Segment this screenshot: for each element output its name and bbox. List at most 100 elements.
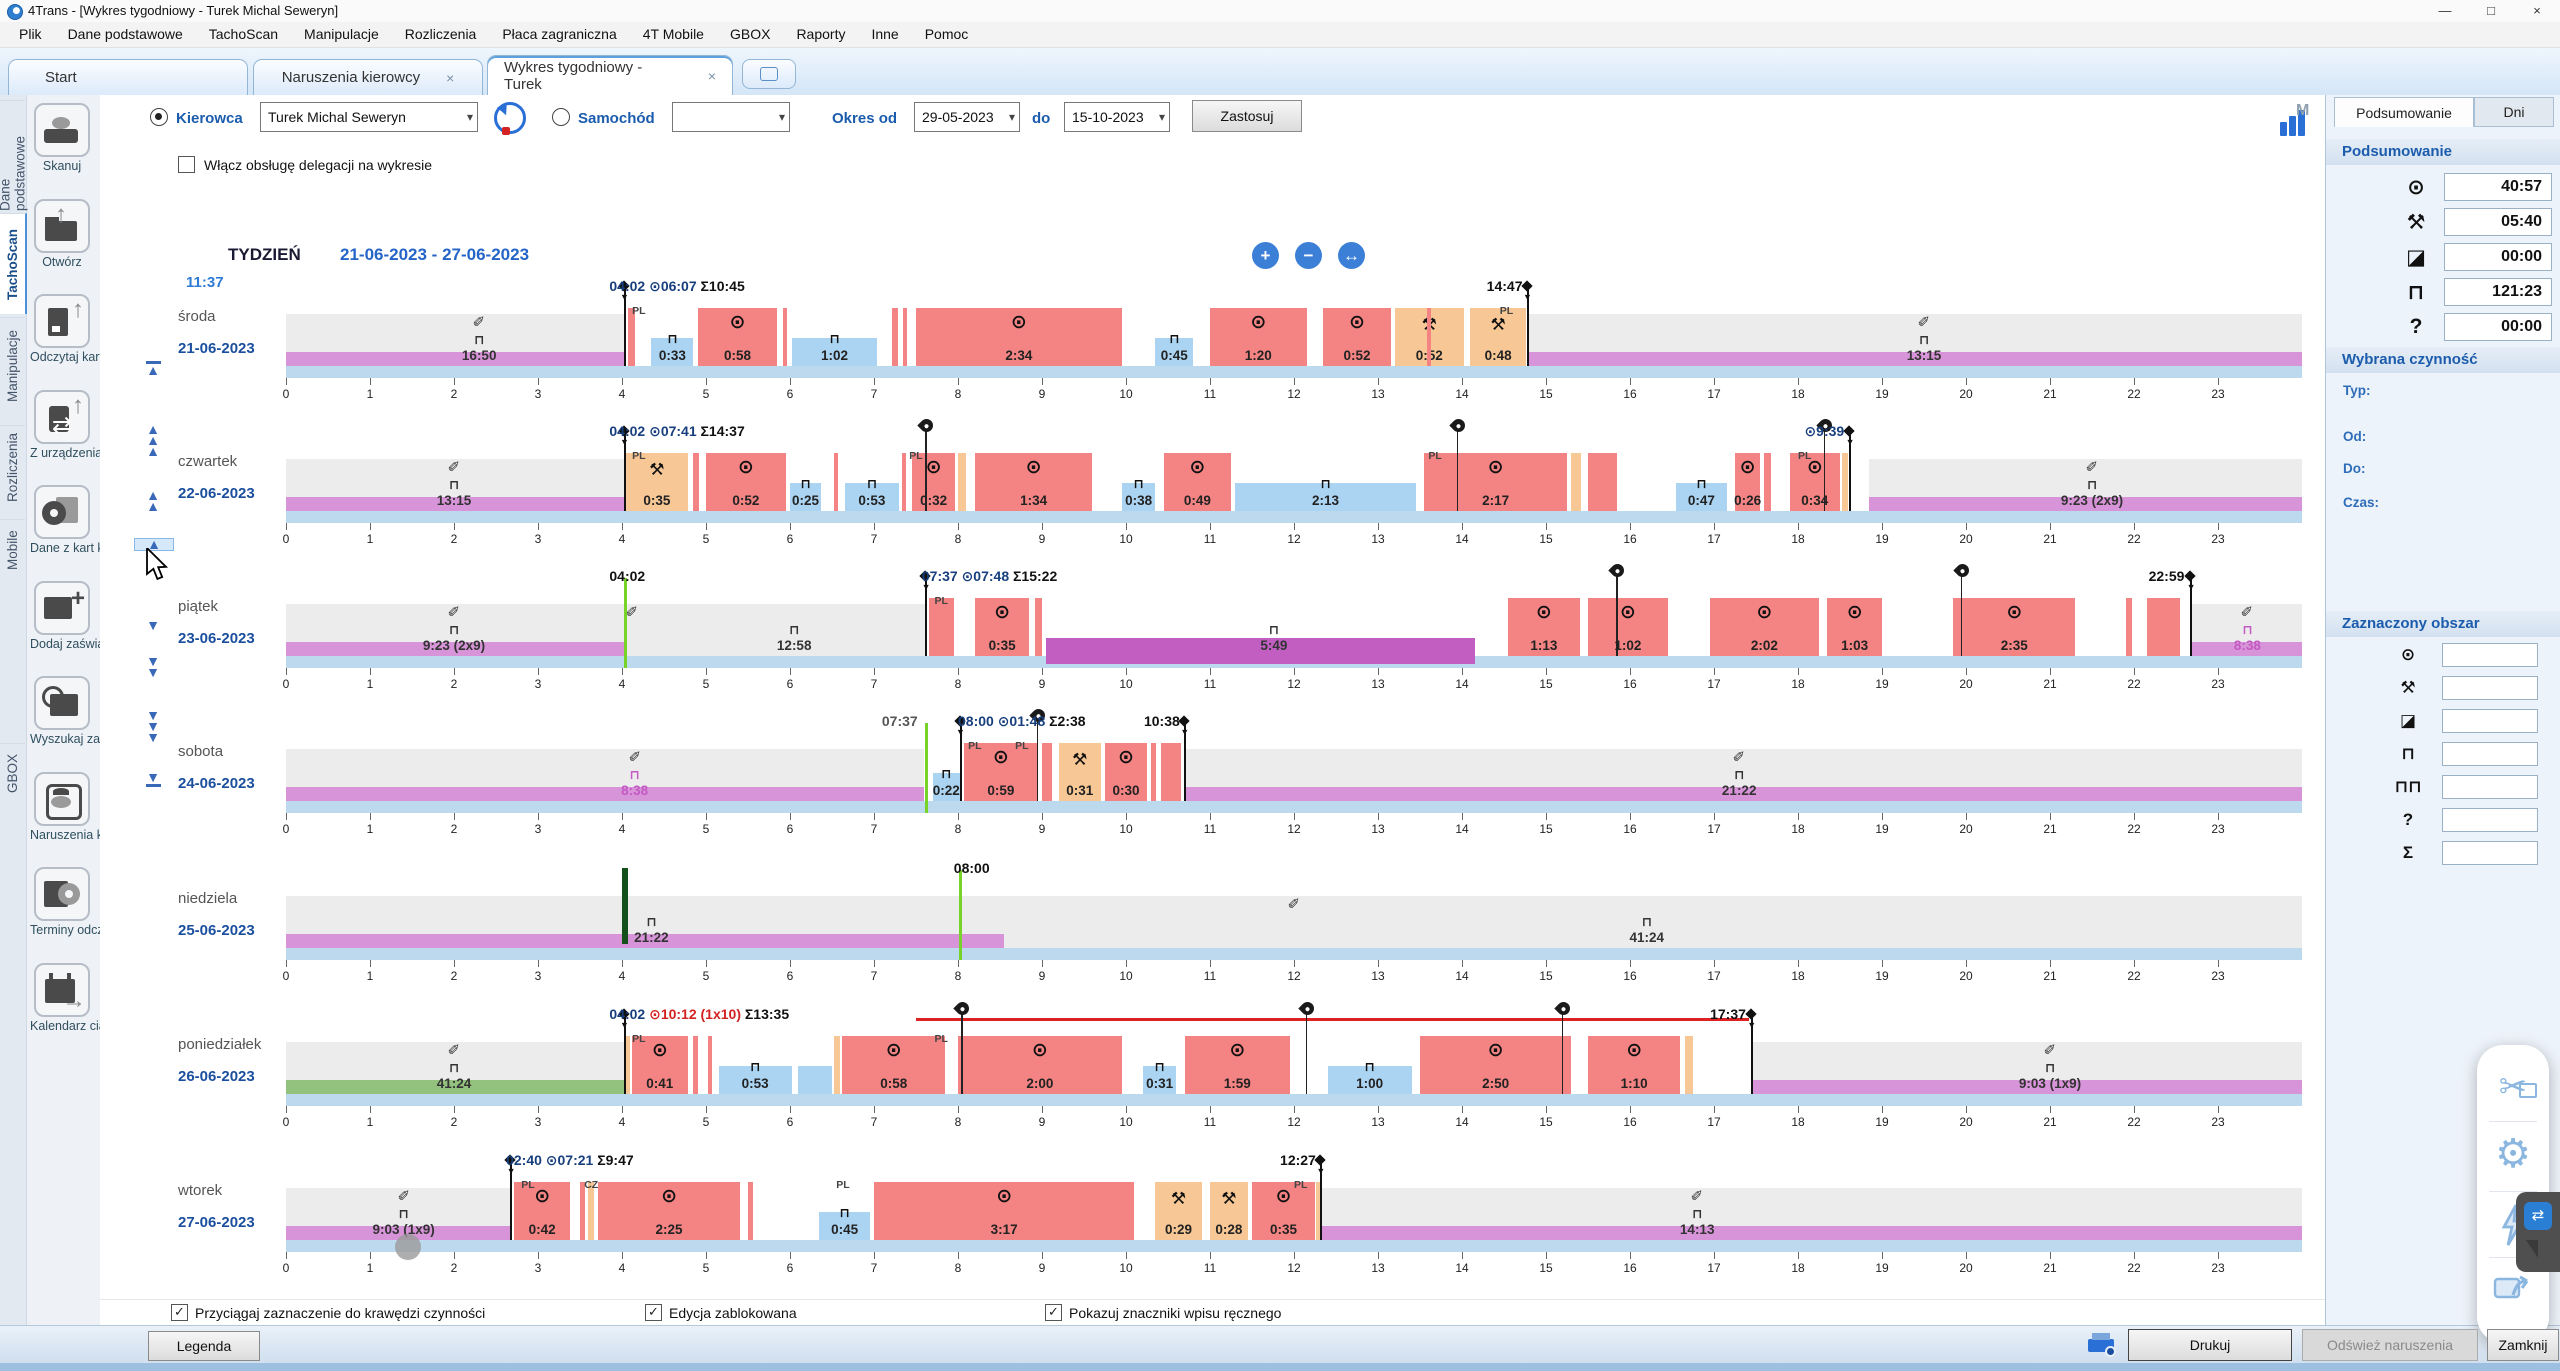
- menu-item-dane-podstawowe[interactable]: Dane podstawowe: [57, 22, 194, 47]
- sidebar-group-tachoscan[interactable]: TachoScan: [0, 213, 27, 314]
- legend-button[interactable]: Legenda: [148, 1331, 260, 1361]
- sidebar-group-rozliczenia[interactable]: Rozliczenia: [0, 425, 25, 508]
- option-checkbox-2[interactable]: ✓: [1045, 1304, 1062, 1321]
- work-block[interactable]: [1842, 453, 1849, 511]
- menu-item-pomoc[interactable]: Pomoc: [914, 22, 980, 47]
- sidebar-tool-dodaj-zaświa-[interactable]: +Dodaj zaświa...: [30, 581, 94, 651]
- scroll-bottom-button[interactable]: ▼: [134, 772, 172, 788]
- scroll-top-button[interactable]: ▲: [134, 360, 172, 376]
- menu-item-tachoscan[interactable]: TachoScan: [198, 22, 289, 47]
- work-block[interactable]: [958, 453, 966, 511]
- vehicle-select[interactable]: ▾: [672, 102, 790, 132]
- sidebar-group-gbox[interactable]: GBOX: [0, 743, 25, 802]
- scroll-down-2-button[interactable]: ▼▼: [134, 656, 172, 678]
- sidebar-group-manipulacje[interactable]: Manipulacje: [0, 317, 25, 414]
- work-block[interactable]: [1571, 453, 1581, 511]
- driver-select[interactable]: Turek Michal Seweryn▾: [260, 102, 478, 132]
- axis-tick: [790, 960, 791, 967]
- close-button[interactable]: ×: [2514, 0, 2560, 22]
- option-checkbox-1[interactable]: ✓: [645, 1304, 662, 1321]
- sidebar-tool-naruszenia-ki-[interactable]: Naruszenia ki...: [30, 772, 94, 842]
- driving-block[interactable]: [693, 1036, 698, 1094]
- area-value-3[interactable]: [2442, 742, 2538, 766]
- scroll-up-2-button[interactable]: ▲▲: [134, 490, 172, 512]
- menu-item-rozliczenia[interactable]: Rozliczenia: [394, 22, 488, 47]
- refresh-violations-button[interactable]: Odśwież naruszenia: [2302, 1329, 2478, 1361]
- new-tab-button[interactable]: [742, 59, 796, 89]
- period-to-select[interactable]: 15-10-2023▾: [1064, 102, 1170, 132]
- scroll-up-3-button[interactable]: ▲▲▲: [134, 424, 172, 457]
- chart-mini-icon[interactable]: M: [2280, 104, 2316, 138]
- delegation-checkbox[interactable]: [178, 156, 195, 173]
- driving-block[interactable]: [783, 308, 787, 366]
- driving-block[interactable]: [1161, 743, 1180, 801]
- sidebar-group-mobile[interactable]: Mobile: [0, 519, 25, 580]
- driving-block[interactable]: [1764, 453, 1771, 511]
- driving-block[interactable]: [834, 453, 838, 511]
- area-value-2[interactable]: [2442, 709, 2538, 733]
- work-block[interactable]: [1685, 1036, 1693, 1094]
- driving-block[interactable]: [1035, 598, 1042, 656]
- scroll-down-1-button[interactable]: ▼: [134, 620, 172, 631]
- driving-block[interactable]: [1427, 308, 1431, 366]
- zoom-in-button[interactable]: +: [1252, 242, 1279, 269]
- driving-block[interactable]: [748, 1182, 753, 1240]
- driving-block[interactable]: [2147, 598, 2181, 656]
- zoom-fit-button[interactable]: ↔: [1338, 242, 1365, 269]
- work-block[interactable]: [834, 1036, 841, 1094]
- driver-radio[interactable]: [150, 108, 168, 126]
- tab-start[interactable]: Start: [8, 59, 248, 95]
- sidebar-tool-z-urządzenia[interactable]: ⇄↑Z urządzenia: [30, 390, 94, 460]
- sidebar-tool-kalendarz-cią-[interactable]: →Kalendarz cią...: [30, 963, 94, 1033]
- menu-item-4t-mobile[interactable]: 4T Mobile: [632, 22, 715, 47]
- swap-driver-vehicle-icon[interactable]: [494, 102, 526, 134]
- menu-item-inne[interactable]: Inne: [860, 22, 909, 47]
- sidebar-tool-odczytaj-kart-[interactable]: ↑Odczytaj kart...: [30, 294, 94, 364]
- period-from-select[interactable]: 29-05-2023▾: [914, 102, 1020, 132]
- menu-item-raporty[interactable]: Raporty: [785, 22, 856, 47]
- sidebar-tool-wyszukaj-zaś-[interactable]: Wyszukaj zaś...: [30, 676, 94, 746]
- driving-block[interactable]: [903, 308, 907, 366]
- driving-block[interactable]: [708, 1036, 712, 1094]
- zoom-out-button[interactable]: −: [1295, 242, 1322, 269]
- driving-block[interactable]: [892, 308, 897, 366]
- close-button[interactable]: Zamknij: [2487, 1329, 2559, 1361]
- remote-access-tab[interactable]: ⇄: [2516, 1192, 2560, 1272]
- apply-button[interactable]: Zastosuj: [1192, 100, 1302, 132]
- sidebar-tool-terminy-odcz-[interactable]: Terminy odcz...: [30, 867, 94, 937]
- sidebar-tool-otwórz[interactable]: ↑Otwórz: [30, 199, 94, 269]
- tab-wykres-tygodniowy-turek[interactable]: Wykres tygodniowy - Turek×: [487, 55, 733, 95]
- driving-block[interactable]: [1151, 743, 1156, 801]
- panel-tab-dni[interactable]: Dni: [2474, 97, 2554, 127]
- menu-item-manipulacje[interactable]: Manipulacje: [293, 22, 390, 47]
- scroll-down-3-button[interactable]: ▼▼▼: [134, 710, 172, 743]
- tab-naruszenia-kierowcy[interactable]: Naruszenia kierowcy×: [253, 59, 483, 95]
- break-block[interactable]: [798, 1066, 832, 1094]
- vehicle-radio[interactable]: [552, 108, 570, 126]
- area-value-1[interactable]: [2442, 676, 2538, 700]
- cut-lock-icon[interactable]: ✂: [2477, 1067, 2549, 1107]
- print-settings-icon[interactable]: [2085, 1330, 2119, 1358]
- menu-item-plik[interactable]: Plik: [8, 22, 53, 47]
- tab-close-icon[interactable]: ×: [708, 68, 716, 84]
- minimize-button[interactable]: —: [2422, 0, 2468, 22]
- area-value-0[interactable]: [2442, 643, 2538, 667]
- settings-gear-icon[interactable]: ⚙: [2477, 1131, 2549, 1177]
- sidebar-tool-dane-z-kart-ki-[interactable]: Dane z kart ki...: [30, 485, 94, 555]
- driving-block[interactable]: [693, 453, 700, 511]
- panel-tab-podsumowanie[interactable]: Podsumowanie: [2334, 97, 2474, 127]
- area-value-6[interactable]: [2442, 841, 2538, 865]
- driving-block[interactable]: [1588, 453, 1617, 511]
- sidebar-group-dane-podstawowe[interactable]: Dane podstawowe: [0, 100, 25, 211]
- driving-block[interactable]: [2126, 598, 2133, 656]
- maximize-button[interactable]: □: [2468, 0, 2514, 22]
- export-icon[interactable]: [2477, 1271, 2549, 1310]
- area-value-4[interactable]: [2442, 775, 2538, 799]
- area-value-5[interactable]: [2442, 808, 2538, 832]
- option-checkbox-0[interactable]: ✓: [171, 1304, 188, 1321]
- tab-close-icon[interactable]: ×: [446, 70, 454, 86]
- sidebar-tool-skanuj[interactable]: Skanuj: [30, 103, 94, 173]
- print-button[interactable]: Drukuj: [2128, 1329, 2292, 1361]
- menu-item-p-aca-zagraniczna[interactable]: Płaca zagraniczna: [491, 22, 627, 47]
- menu-item-gbox[interactable]: GBOX: [719, 22, 781, 47]
